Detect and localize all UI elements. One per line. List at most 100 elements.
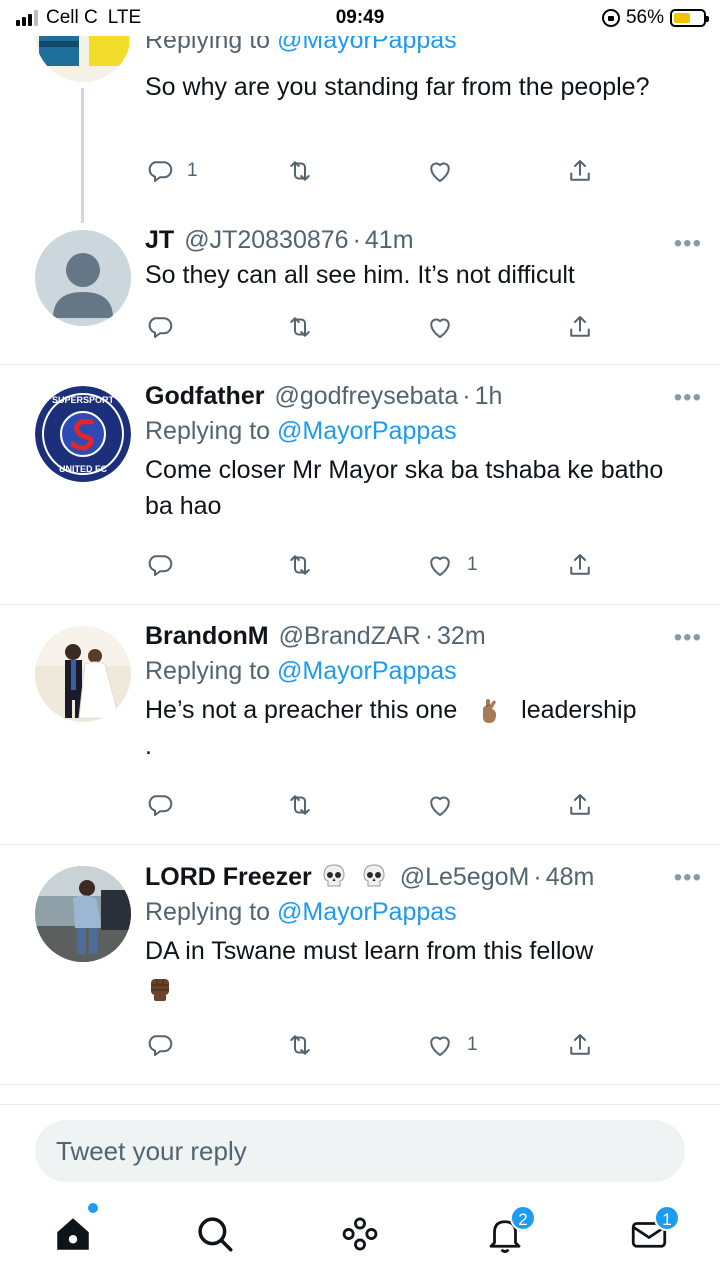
nav-messages[interactable]: 1 (628, 1205, 680, 1255)
tweet-text: DA in Tswane must learn from this fellow (145, 933, 690, 1005)
replying-to: Replying to @MayorPappas (145, 417, 457, 445)
share-button[interactable] (565, 550, 595, 580)
timestamp[interactable]: 48m (546, 863, 595, 892)
home-icon (57, 1218, 89, 1250)
retweet-button[interactable] (285, 550, 315, 580)
heart-icon (430, 318, 450, 338)
thread-connector (81, 88, 84, 223)
retweet-button[interactable] (285, 156, 315, 186)
display-name[interactable]: JT (145, 226, 174, 255)
share-icon (570, 1034, 590, 1055)
like-count: 1 (467, 554, 478, 575)
raised-fist-emoji (145, 973, 175, 1003)
reply-button[interactable] (145, 1030, 175, 1060)
search-icon (198, 1217, 233, 1252)
like-button[interactable] (425, 790, 455, 820)
skull-emoji (320, 862, 350, 892)
user-handle[interactable]: @JT20830876 (184, 226, 348, 255)
reply-button[interactable] (145, 312, 175, 342)
divider (0, 604, 720, 605)
heart-icon (430, 796, 450, 816)
timestamp[interactable]: 32m (437, 622, 486, 651)
avatar-text-bottom: UNITED FC (59, 464, 107, 474)
battery-percent: 56% (625, 7, 664, 28)
tweet-actions (145, 790, 595, 824)
display-name[interactable]: LORD Freezer (145, 863, 312, 892)
share-icon (570, 316, 590, 337)
reply-composer[interactable] (35, 1120, 685, 1182)
mention-link[interactable]: @MayorPappas (277, 898, 457, 926)
tweet-text: He’s not a preacher this one leadership … (145, 696, 637, 760)
reply-button[interactable] (145, 790, 175, 820)
tweet-header: BrandonM @BrandZAR · 32m (145, 622, 690, 651)
nav-notifications[interactable]: 2 (484, 1205, 536, 1255)
share-icon (570, 160, 590, 181)
share-icon (570, 554, 590, 575)
mention-link[interactable]: @MayorPappas (277, 657, 457, 685)
nav-explore[interactable] (194, 1213, 236, 1255)
user-handle[interactable]: @BrandZAR (279, 622, 421, 651)
retweet-button[interactable] (285, 312, 315, 342)
share-button[interactable] (565, 790, 595, 820)
avatar[interactable]: SUPERSPORT UNITED FC (35, 386, 131, 482)
retweet-icon (290, 555, 310, 575)
heart-icon (430, 1036, 450, 1056)
like-button[interactable]: 1 (425, 550, 478, 580)
tweet-actions: 1 (145, 550, 595, 584)
separator: · (462, 382, 471, 410)
share-icon (570, 794, 590, 815)
divider (0, 1084, 720, 1085)
notifications-badge: 2 (510, 1205, 536, 1231)
avatar[interactable] (35, 626, 131, 722)
display-name[interactable]: BrandonM (145, 622, 269, 651)
tweet-header: Godfather @godfreysebata · 1h (145, 382, 690, 411)
heart-icon (430, 162, 450, 182)
avatar[interactable] (35, 230, 131, 326)
retweet-button[interactable] (285, 1030, 315, 1060)
reply-input[interactable] (35, 1120, 685, 1182)
battery-icon (670, 9, 709, 27)
like-button[interactable] (425, 312, 455, 342)
reply-button[interactable] (145, 550, 175, 580)
timestamp[interactable]: 1h (475, 382, 503, 411)
crossed-fingers-emoji (474, 696, 504, 726)
reply-icon (148, 555, 173, 576)
reply-icon (148, 161, 173, 182)
avatar[interactable] (35, 866, 131, 962)
share-button[interactable] (565, 1030, 595, 1060)
heart-icon (430, 556, 450, 576)
like-button[interactable]: 1 (425, 1030, 478, 1060)
messages-badge: 1 (654, 1205, 680, 1231)
avatar-text-top: SUPERSPORT (52, 395, 115, 405)
tweet-text: So why are you standing far from the peo… (145, 73, 650, 101)
reply-icon (148, 795, 173, 816)
tweet-actions: 1 (145, 1030, 595, 1064)
separator: · (352, 226, 361, 254)
tweet-text: So they can all see him. It’s not diffic… (145, 261, 575, 289)
rotation-lock-icon (601, 9, 620, 27)
tweet-header: JT @JT20830876 · 41m (145, 226, 690, 255)
status-right: 56% (601, 7, 709, 29)
share-button[interactable] (565, 312, 595, 342)
timestamp[interactable]: 41m (365, 226, 414, 255)
share-button[interactable] (565, 156, 595, 186)
bottom-nav: 2 1 (0, 1195, 720, 1280)
like-button[interactable] (425, 156, 455, 186)
nav-spaces[interactable] (339, 1213, 381, 1255)
reply-icon (148, 1035, 173, 1056)
user-handle[interactable]: @Le5egoM (400, 863, 530, 892)
status-bar: Cell C LTE 09:49 56% (0, 0, 720, 36)
display-name[interactable]: Godfather (145, 382, 264, 411)
mention-link[interactable]: @MayorPappas (277, 417, 457, 445)
divider (0, 364, 720, 365)
tweet-text: Come closer Mr Mayor ska ba tshaba ke ba… (145, 456, 664, 520)
replying-to: Replying to @MayorPappas (145, 657, 457, 685)
retweet-button[interactable] (285, 790, 315, 820)
nav-home[interactable] (52, 1203, 98, 1255)
user-handle[interactable]: @godfreysebata (274, 382, 458, 411)
reply-button[interactable]: 1 (145, 156, 198, 186)
skull-emoji (360, 862, 390, 892)
home-unread-dot (88, 1203, 98, 1213)
spaces-icon (342, 1217, 378, 1251)
like-count: 1 (467, 1034, 478, 1055)
